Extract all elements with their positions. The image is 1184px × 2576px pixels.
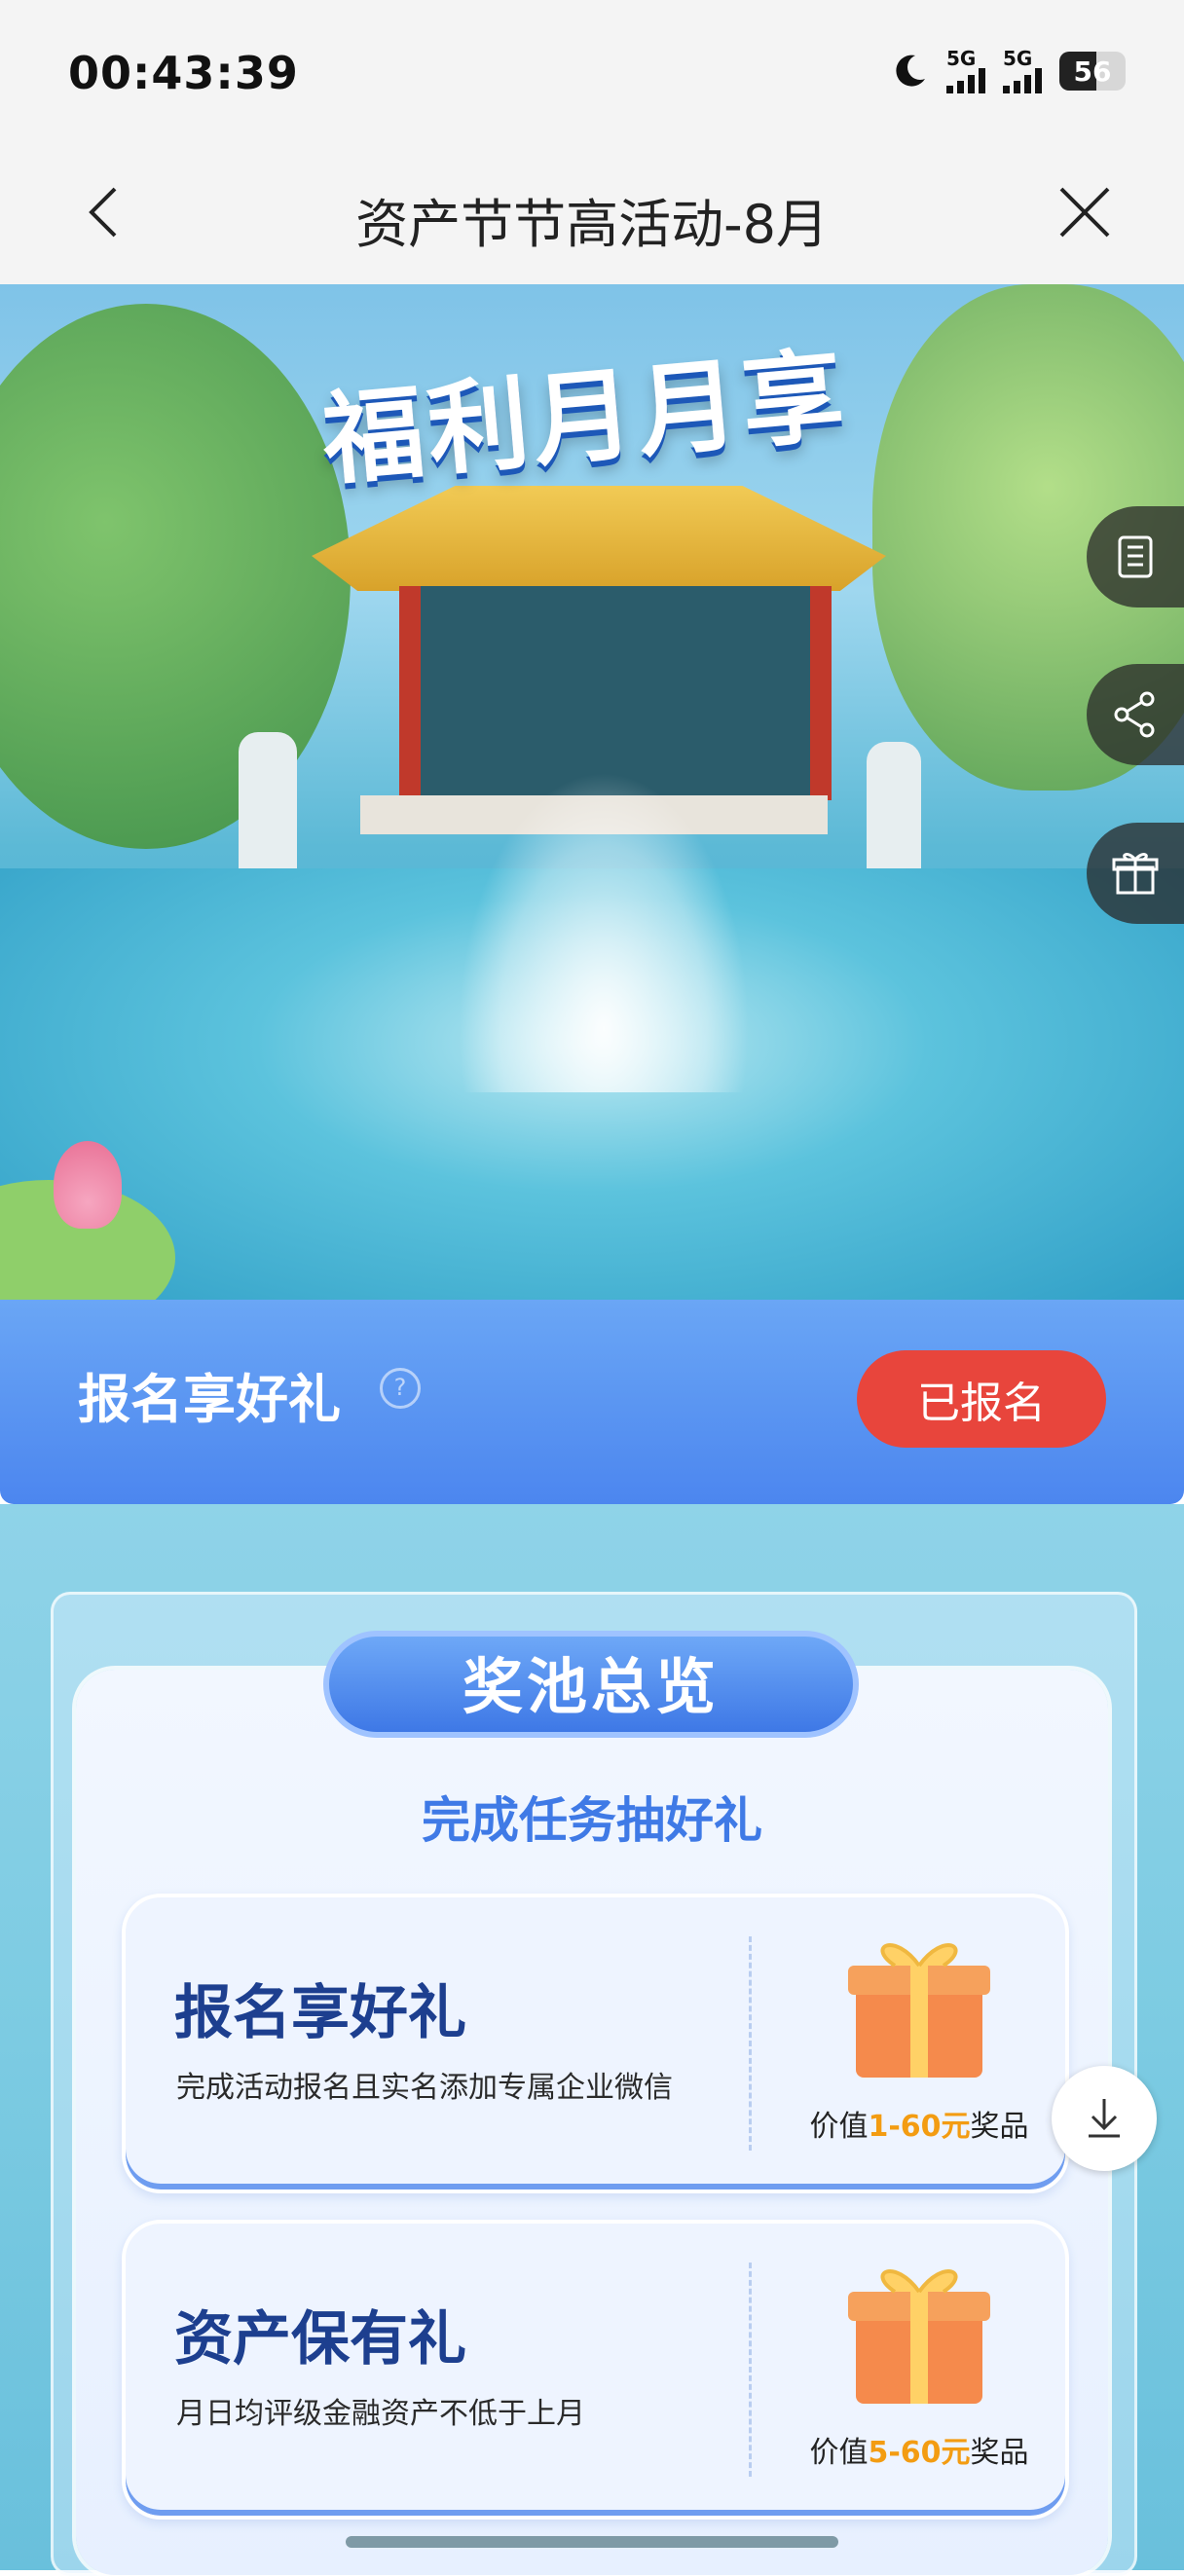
task-card-asset[interactable]: 资产保有礼 月日均评级金融资产不低于上月 价值5-60元奖品 — [122, 2220, 1069, 2520]
download-icon — [1089, 2099, 1120, 2138]
gift-float-button[interactable] — [1087, 823, 1184, 924]
task-desc: 月日均评级金融资产不低于上月 — [176, 2397, 585, 2431]
task-name: 报名享好礼 — [174, 1979, 466, 2047]
task-name: 资产保有礼 — [174, 2305, 466, 2374]
pool-title: 奖池总览 — [323, 1631, 859, 1738]
nav-bar: 资产节节高活动-8月 — [0, 146, 1184, 284]
fountain-illustration — [458, 771, 750, 1092]
rules-float-button[interactable] — [1087, 506, 1184, 607]
lotus-flower-illustration — [54, 1141, 122, 1229]
status-bar: 00:43:39 5G 5G 56 — [0, 0, 1184, 146]
battery-level: 56 — [1073, 55, 1112, 88]
signup-section: 报名享好礼 ? 已报名 — [0, 1300, 1184, 1504]
help-icon[interactable]: ? — [380, 1368, 421, 1409]
prize-pool-section: 奖池总览 完成任务抽好礼 报名享好礼 完成活动报名且实名添加专属企业微信 价值1… — [0, 1504, 1184, 2576]
signup-title: 报名享好礼 — [78, 1369, 341, 1430]
registered-button[interactable]: 已报名 — [857, 1350, 1106, 1448]
status-icons: 5G 5G 56 — [890, 49, 1126, 93]
pool-subtitle: 完成任务抽好礼 — [422, 1792, 762, 1849]
task-card-signup[interactable]: 报名享好礼 完成活动报名且实名添加专属企业微信 价值1-60元奖品 — [122, 1894, 1069, 2193]
status-time: 00:43:39 — [68, 47, 299, 99]
signal-icon: 5G — [946, 49, 985, 93]
moon-icon — [896, 55, 925, 87]
home-indicator[interactable] — [346, 2536, 838, 2548]
hero-title: 福利月月享 — [317, 335, 853, 500]
gift-box-icon — [848, 1943, 990, 2078]
signal-icon: 5G — [1003, 49, 1042, 93]
pavilion-illustration — [399, 586, 832, 800]
task-desc: 完成活动报名且实名添加专属企业微信 — [176, 2071, 673, 2105]
download-button[interactable] — [1052, 2066, 1157, 2171]
prize-value: 价值5-60元奖品 — [809, 2436, 1029, 2470]
gift-box-icon — [848, 2269, 990, 2404]
share-float-button[interactable] — [1087, 664, 1184, 765]
prize-value: 价值1-60元奖品 — [809, 2110, 1029, 2144]
tree-illustration — [0, 304, 351, 849]
close-icon[interactable] — [1054, 181, 1116, 243]
share-icon — [1114, 691, 1155, 738]
battery-icon: 56 — [1059, 52, 1126, 91]
document-icon — [1118, 535, 1153, 578]
gift-icon — [1112, 853, 1159, 895]
page-title: 资产节节高活动-8月 — [355, 194, 829, 255]
dashed-divider — [749, 2263, 752, 2477]
dashed-divider — [749, 1936, 752, 2151]
hero-banner: 福利月月享 — [0, 284, 1184, 1306]
